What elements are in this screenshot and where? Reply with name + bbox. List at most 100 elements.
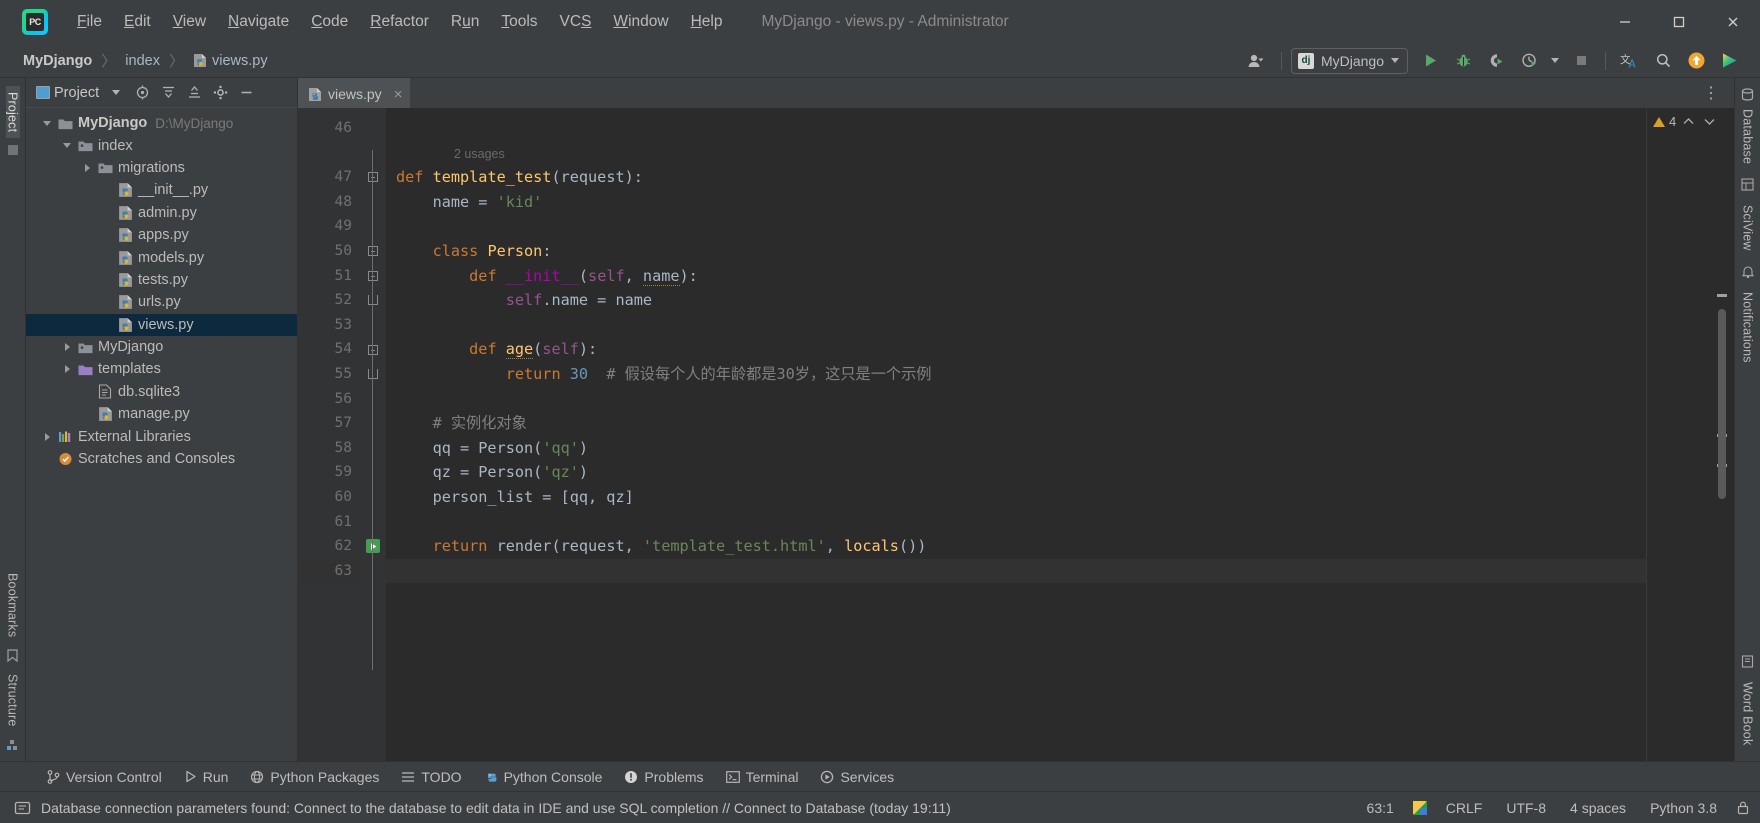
next-problem-button[interactable] xyxy=(1701,117,1718,126)
search-icon[interactable] xyxy=(1648,48,1678,74)
prev-problem-button[interactable] xyxy=(1680,117,1697,126)
tool-window-problems[interactable]: Problems xyxy=(613,765,714,789)
tree-node-tests-py[interactable]: tests.py xyxy=(26,269,297,291)
maximize-button[interactable] xyxy=(1652,0,1706,44)
tool-window-version-control[interactable]: Version Control xyxy=(36,765,173,789)
fold-marker-51[interactable] xyxy=(360,264,386,289)
fold-end-icon[interactable] xyxy=(368,295,378,306)
python-interpreter[interactable]: Python 3.8 xyxy=(1645,797,1722,819)
event-log-icon[interactable] xyxy=(14,800,31,816)
tree-node-external-libraries[interactable]: External Libraries xyxy=(26,425,297,447)
editor-tab-views-py[interactable]: views.py × xyxy=(298,78,411,108)
chevron-right-icon[interactable] xyxy=(58,343,76,352)
breadcrumb-item-index[interactable]: index xyxy=(122,51,163,71)
menu-vcs[interactable]: VCS xyxy=(549,9,603,35)
translate-icon[interactable]: 文 A xyxy=(1615,48,1645,74)
fold-collapse-icon[interactable] xyxy=(368,270,378,281)
coverage-button[interactable] xyxy=(1481,48,1511,74)
rail-project-button[interactable]: Project xyxy=(5,86,20,139)
menu-navigate[interactable]: Navigate xyxy=(217,9,300,35)
tree-node-migrations[interactable]: migrations xyxy=(26,157,297,179)
editor-area[interactable]: 46 47 48 49 50 51 52 53 54 55 56 57 58 59 60 61 62 63 2 u… xyxy=(298,108,1734,761)
fold-collapse-icon[interactable] xyxy=(368,246,378,257)
usages-hint[interactable]: 2 usages xyxy=(454,147,505,161)
fold-end-icon[interactable] xyxy=(368,369,378,380)
tree-node-scratches-and-consoles[interactable]: Scratches and Consoles xyxy=(26,448,297,470)
tool-window-python-console[interactable]: Python Console xyxy=(473,765,614,789)
menu-tools[interactable]: Tools xyxy=(490,9,548,35)
run-gutter-icon[interactable] xyxy=(366,539,380,554)
code-line-50[interactable]: class Person: xyxy=(386,239,1646,264)
fold-marker-50[interactable] xyxy=(360,239,386,264)
user-account-icon[interactable] xyxy=(1242,48,1272,74)
database-color-icon[interactable] xyxy=(1412,800,1427,815)
code-line-55[interactable]: return 30 # 假设每个人的年龄都是30岁，这只是一个示例 xyxy=(386,362,1646,387)
tree-node-mydjango[interactable]: MyDjango xyxy=(26,336,297,358)
tree-node-apps-py[interactable]: apps.py xyxy=(26,224,297,246)
code-line-57[interactable]: # 实例化对象 xyxy=(386,411,1646,436)
expand-all-button[interactable] xyxy=(157,82,179,104)
editor-more-button[interactable]: ⋮ xyxy=(1697,83,1726,103)
inspection-sidebar[interactable]: 4 xyxy=(1646,108,1734,761)
code-line-52[interactable]: self.name = name xyxy=(386,288,1646,313)
close-tab-icon[interactable]: × xyxy=(388,86,403,103)
colorful-play-icon[interactable] xyxy=(1714,48,1744,74)
rail-wordbook-button[interactable]: Word Book xyxy=(1741,676,1755,751)
code-line-54[interactable]: def age(self): xyxy=(386,337,1646,362)
profile-dropdown[interactable] xyxy=(1547,48,1563,74)
tree-node-manage-py[interactable]: manage.py xyxy=(26,403,297,425)
menu-help[interactable]: Help xyxy=(680,9,734,35)
fold-marker-47[interactable] xyxy=(360,165,386,190)
fold-marker-54[interactable] xyxy=(360,337,386,362)
close-button[interactable] xyxy=(1706,0,1760,44)
tree-node-urls-py[interactable]: urls.py xyxy=(26,291,297,313)
stop-button[interactable] xyxy=(1566,48,1596,74)
fold-collapse-icon[interactable] xyxy=(368,344,378,355)
rail-bookmarks-button[interactable]: Bookmarks xyxy=(6,567,20,643)
file-encoding[interactable]: UTF-8 xyxy=(1501,797,1551,819)
fold-marker-55[interactable] xyxy=(360,362,386,387)
tree-node-mydjango[interactable]: MyDjango D:\MyDjango xyxy=(26,112,297,134)
tool-window-run[interactable]: Run xyxy=(173,765,240,789)
breadcrumb-item-mydjango[interactable]: MyDjango xyxy=(20,51,95,71)
rail-sciview-button[interactable]: SciView xyxy=(1741,199,1755,257)
tree-node-admin-py[interactable]: admin.py xyxy=(26,202,297,224)
rail-structure-button[interactable]: Structure xyxy=(6,668,20,733)
editor-scrollbar-thumb[interactable] xyxy=(1718,309,1726,499)
menu-view[interactable]: View xyxy=(162,9,217,35)
panel-dropdown-button[interactable] xyxy=(105,82,127,104)
chevron-down-icon[interactable] xyxy=(38,120,56,126)
code-line-59[interactable]: qz = Person('qz') xyxy=(386,460,1646,485)
rail-notifications-button[interactable]: Notifications xyxy=(1741,286,1755,369)
marker-track[interactable] xyxy=(1717,144,1727,751)
run-button[interactable] xyxy=(1415,48,1445,74)
code-content[interactable]: 2 usages def template_test(request): name… xyxy=(386,108,1646,761)
code-line-51[interactable]: def __init__(self, name): xyxy=(386,264,1646,289)
tool-window-python-packages[interactable]: Python Packages xyxy=(239,765,390,789)
rail-database-button[interactable]: Database xyxy=(1741,103,1755,170)
menu-file[interactable]: File xyxy=(66,9,113,35)
code-inlay-hint[interactable]: 2 usages xyxy=(386,141,1646,166)
tree-node-db-sqlite3[interactable]: db.sqlite3 xyxy=(26,381,297,403)
tree-node-__init__-py[interactable]: __init__.py xyxy=(26,179,297,201)
minimize-button[interactable] xyxy=(1598,0,1652,44)
gear-icon[interactable] xyxy=(209,82,231,104)
code-line-61[interactable] xyxy=(386,510,1646,535)
debug-button[interactable] xyxy=(1448,48,1478,74)
inspection-summary[interactable]: 4 xyxy=(1647,108,1734,129)
tree-node-views-py[interactable]: views.py xyxy=(26,313,297,336)
chevron-down-icon[interactable] xyxy=(58,143,76,149)
project-tree[interactable]: MyDjango D:\MyDjango index migrations __init… xyxy=(26,108,297,470)
chevron-right-icon[interactable] xyxy=(58,365,76,374)
menu-edit[interactable]: Edit xyxy=(113,9,162,35)
menu-run[interactable]: Run xyxy=(440,9,490,35)
tree-node-models-py[interactable]: models.py xyxy=(26,246,297,268)
profile-button[interactable] xyxy=(1514,48,1544,74)
collapse-all-button[interactable] xyxy=(183,82,205,104)
code-line-58[interactable]: qq = Person('qq') xyxy=(386,436,1646,461)
run-configuration-selector[interactable]: dj MyDjango xyxy=(1290,47,1408,74)
tool-window-todo[interactable]: TODO xyxy=(390,765,472,789)
fold-marker-62[interactable] xyxy=(360,534,386,559)
code-line-46[interactable] xyxy=(386,116,1646,141)
tool-window-terminal[interactable]: Terminal xyxy=(715,765,810,789)
